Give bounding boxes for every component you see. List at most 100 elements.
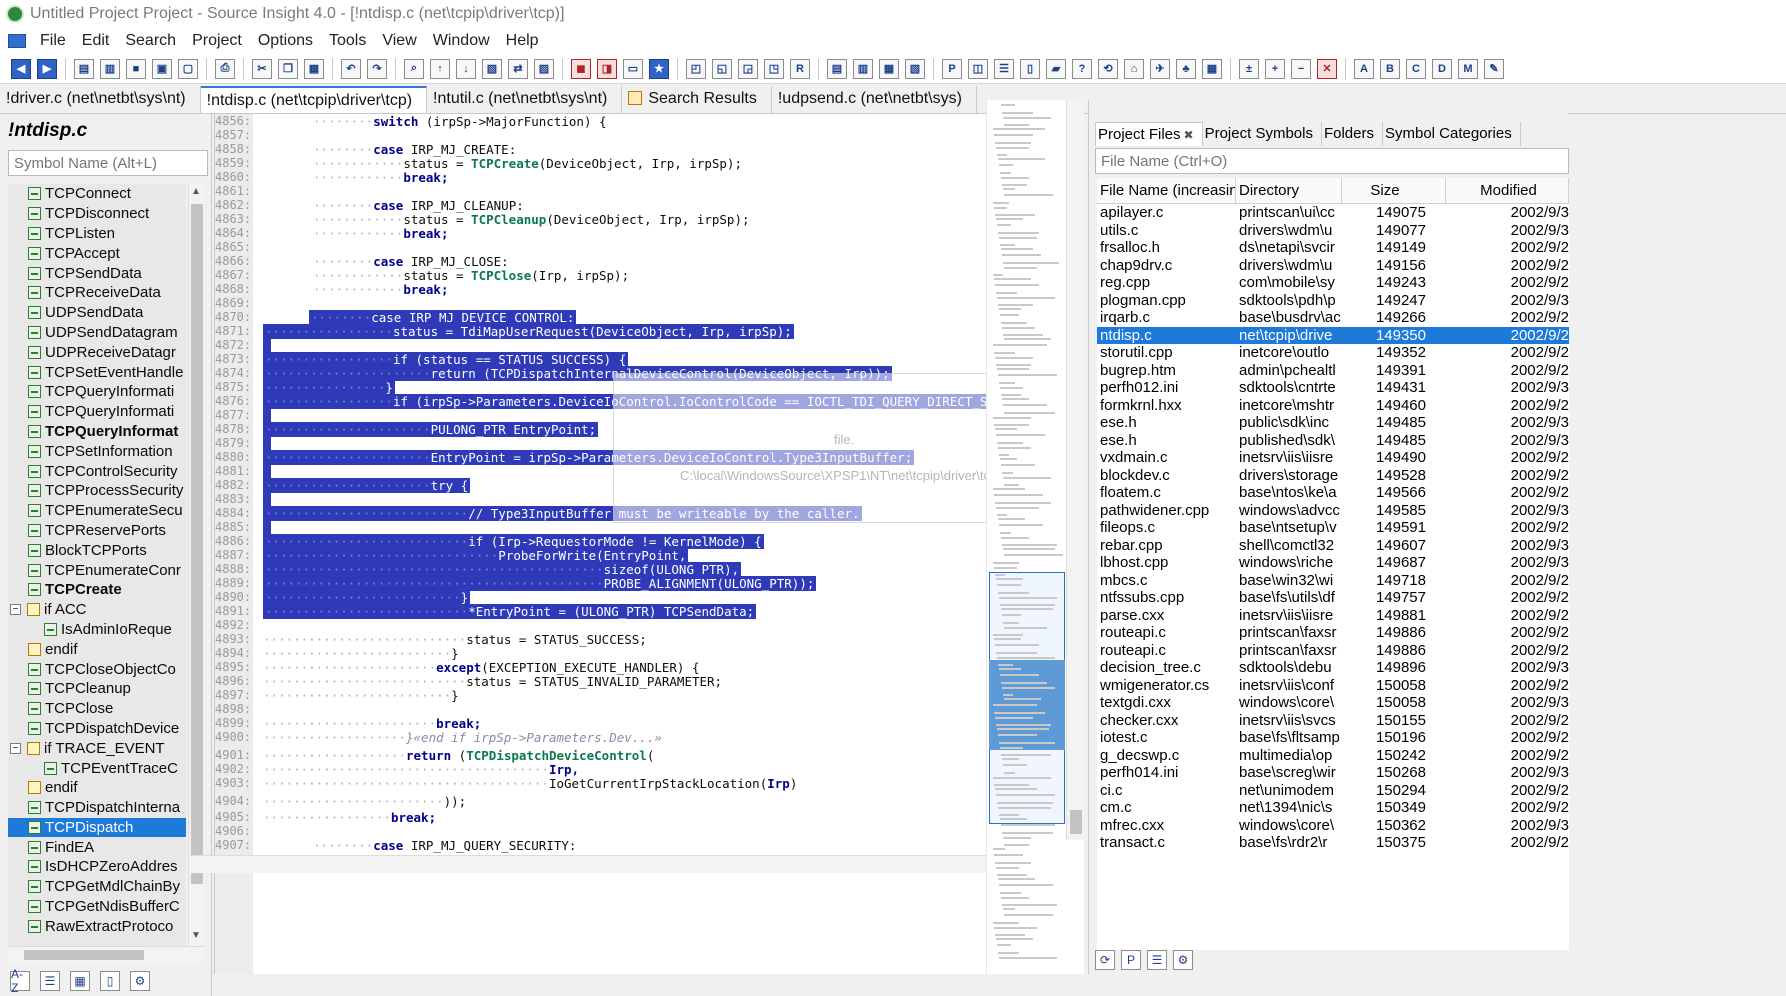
print-icon[interactable]: ⎙	[215, 58, 235, 79]
close-file-icon[interactable]: ▢	[178, 58, 198, 79]
outline-icon[interactable]: ☰	[994, 58, 1014, 79]
layout-4-icon[interactable]: ▧	[905, 58, 925, 79]
scroll-down-icon[interactable]: ▼	[191, 930, 201, 941]
symbol-list-item[interactable]: TCPProcessSecurity	[8, 481, 186, 501]
file-table-row[interactable]: formkrnl.hxx inetcore\mshtr 149460 2002/9/2	[1097, 397, 1569, 415]
file-table-row[interactable]: ntfssubs.cpp base\fs\utils\df 149757 2002/9…	[1097, 589, 1569, 607]
collapse-toggle-icon[interactable]: −	[10, 604, 21, 616]
menu-options[interactable]: Options	[250, 32, 321, 50]
column-size[interactable]: Size	[1342, 178, 1446, 204]
symbol-list-item[interactable]: TCPCloseObjectCo	[8, 659, 186, 679]
browse-icon[interactable]: ◲	[738, 58, 758, 79]
symbol-list-item[interactable]: IsAdminIoReque	[8, 620, 186, 640]
symbol-list-item[interactable]: TCPConnect	[8, 184, 186, 204]
symbol-list-item[interactable]: − if ACC	[8, 600, 186, 620]
system-menu-icon[interactable]	[8, 34, 26, 48]
help-icon[interactable]: ?	[1072, 58, 1092, 79]
file-table-row[interactable]: lbhost.cpp windows\riche 149687 2002/9/3	[1097, 554, 1569, 572]
category-icon[interactable]: ▦	[70, 971, 90, 991]
file-table-row[interactable]: perfh012.ini sdktools\cntrte 149431 2002/9/…	[1097, 379, 1569, 397]
file-table-row[interactable]: transact.c base\fs\rdr2\r 150375 2002/9/2	[1097, 834, 1569, 852]
file-name-search-input[interactable]	[1095, 148, 1569, 174]
forward-arrow-icon[interactable]: ▶	[37, 58, 57, 79]
sync-files-icon[interactable]: ⟳	[1095, 950, 1115, 970]
file-table-row[interactable]: iotest.c base\fs\fltsamp 150196 2002/9/2	[1097, 729, 1569, 747]
file-table-row[interactable]: blockdev.c drivers\storage 149528 2002/9/2	[1097, 467, 1569, 485]
menu-file[interactable]: File	[32, 32, 74, 50]
format-d-icon[interactable]: D	[1432, 58, 1452, 79]
file-table-row[interactable]: mbcs.c base\win32\wi 149718 2002/9/2	[1097, 572, 1569, 590]
menu-window[interactable]: Window	[425, 32, 498, 50]
symbol-list-item[interactable]: TCPClose	[8, 699, 186, 719]
column-directory[interactable]: Directory	[1236, 178, 1342, 204]
symbol-list-item[interactable]: TCPCleanup	[8, 679, 186, 699]
cut-icon[interactable]: ✂	[252, 58, 272, 79]
file-table-row[interactable]: rebar.cpp shell\comctl32 149607 2002/9/3	[1097, 537, 1569, 555]
plus-minus-icon[interactable]: ±	[1239, 58, 1259, 79]
layout-3-icon[interactable]: ▦	[879, 58, 899, 79]
column-modified[interactable]: Modified	[1446, 178, 1569, 204]
symbol-list-item[interactable]: TCPListen	[8, 224, 186, 244]
menu-tools[interactable]: Tools	[321, 32, 374, 50]
copy-icon[interactable]: ❐	[278, 58, 298, 79]
tab-ntutil-c[interactable]: !ntutil.c (net\netbt\sys\nt)	[427, 86, 623, 113]
symbol-list-item[interactable]: UDPReceiveDatagr	[8, 342, 186, 362]
project-file-table[interactable]: File Name (increasin Directory Size Modi…	[1097, 178, 1569, 950]
symbol-list-item[interactable]: TCPSetInformation	[8, 441, 186, 461]
file-table-row[interactable]: routeapi.c printscan\faxsr 149886 2002/9/2	[1097, 624, 1569, 642]
symbol-list-item[interactable]: TCPQueryInformat	[8, 422, 186, 442]
bookmark-icon[interactable]: ◼	[571, 58, 591, 79]
file-table-row[interactable]: fileops.c base\ntsetup\v 149591 2002/9/2	[1097, 519, 1569, 537]
column-file-name[interactable]: File Name (increasin	[1097, 178, 1236, 204]
scrollbar-thumb[interactable]	[191, 204, 203, 884]
list-view-icon[interactable]: ☰	[40, 971, 60, 991]
settings-gear-icon[interactable]: ⚙	[130, 971, 150, 991]
symbol-info-icon[interactable]: ◰	[686, 58, 706, 79]
file-table-row[interactable]: ese.h public\sdk\inc 149485 2002/9/3	[1097, 414, 1569, 432]
format-b-icon[interactable]: B	[1380, 58, 1400, 79]
reference-icon[interactable]: ◳	[764, 58, 784, 79]
file-table-row[interactable]: ci.c net\unimodem 150294 2002/9/2	[1097, 782, 1569, 800]
find-icon[interactable]: ⌕	[404, 58, 424, 79]
symbol-list-item[interactable]: IsDHCPZeroAddres	[8, 857, 186, 877]
symbol-list-item[interactable]: TCPControlSecurity	[8, 461, 186, 481]
list-view-icon[interactable]: ☰	[1147, 950, 1167, 970]
project-icon[interactable]: P	[942, 58, 962, 79]
file-table-row[interactable]: pathwidener.cpp windows\advcc 149585 2002/9…	[1097, 502, 1569, 520]
layout-2-icon[interactable]: ▥	[853, 58, 873, 79]
search-files-icon[interactable]: ▧	[482, 58, 502, 79]
tab-folders[interactable]: Folders	[1322, 122, 1383, 146]
open-file-icon[interactable]: ▥	[100, 58, 120, 79]
project-p-icon[interactable]: P	[1121, 950, 1141, 970]
window-list-icon[interactable]: ▭	[623, 58, 643, 79]
tree-icon[interactable]: ♣	[1176, 58, 1196, 79]
symbol-list-hscrollbar[interactable]	[8, 946, 204, 962]
format-m-icon[interactable]: M	[1458, 58, 1478, 79]
back-arrow-icon[interactable]: ◀	[11, 58, 31, 79]
symbol-search-input[interactable]	[8, 150, 208, 176]
search-results-icon[interactable]: ▨	[534, 58, 554, 79]
context-window-icon[interactable]: ◫	[968, 58, 988, 79]
clip-icon[interactable]: ▯	[1020, 58, 1040, 79]
star-icon[interactable]: ★	[649, 58, 669, 79]
file-table-row[interactable]: reg.cpp com\mobile\sy 149243 2002/9/2	[1097, 274, 1569, 292]
symbol-list-item[interactable]: TCPQueryInformati	[8, 402, 186, 422]
replace-icon[interactable]: ⇄	[508, 58, 528, 79]
tab-driver-c[interactable]: !driver.c (net\netbt\sys\nt)	[0, 86, 201, 113]
file-table-row[interactable]: apilayer.c printscan\ui\cc 149075 2002/9/3	[1097, 204, 1569, 222]
code-editor[interactable]: 4856: 4857: 4858: 4859: 4860: 4861: 4862: 4863:…	[214, 114, 1084, 974]
file-table-row[interactable]: g_decswp.c multimedia\op 150242 2002/9/2	[1097, 747, 1569, 765]
format-a-icon[interactable]: A	[1354, 58, 1374, 79]
tab-search-results[interactable]: Search Results	[622, 86, 772, 113]
file-table-row[interactable]: mfrec.cxx windows\core\ 150362 2002/9/3	[1097, 817, 1569, 835]
file-table-row[interactable]: vxdmain.c inetsrv\iis\iisre 149490 2002/9/2	[1097, 449, 1569, 467]
symbol-list-item[interactable]: TCPQueryInformati	[8, 382, 186, 402]
file-table-row[interactable]: parse.cxx inetsrv\iis\iisre 149881 2002/9/2	[1097, 607, 1569, 625]
symbol-list-item[interactable]: UDPSendDatagram	[8, 323, 186, 343]
file-table-row[interactable]: ntdisp.c net\tcpip\drive 149350 2002/9/2	[1097, 326, 1569, 344]
editor-vscrollbar[interactable]	[1066, 100, 1084, 840]
menu-view[interactable]: View	[374, 32, 424, 50]
scrollbar-thumb[interactable]	[24, 950, 144, 960]
file-table-row[interactable]: checker.cxx inetsrv\iis\svcs 150155 2002/9/…	[1097, 712, 1569, 730]
symbol-list-item[interactable]: RawExtractProtoco	[8, 916, 186, 936]
